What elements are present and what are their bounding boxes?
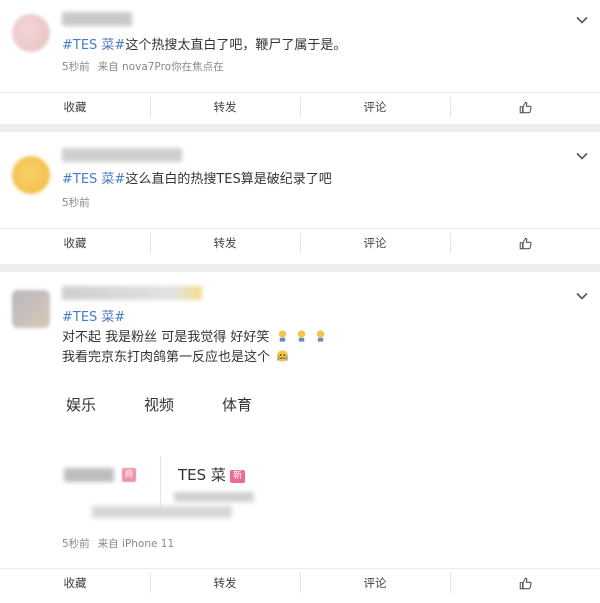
post-source: 来自 iPhone 11 xyxy=(97,538,175,550)
post-text: #TES 菜# 对不起 我是粉丝 可是我觉得 好好笑 我看完京东打肉鸽第一反应也… xyxy=(62,308,580,368)
embed-badge: 商 xyxy=(122,468,136,482)
post-meta: 5秒前 来自 nova7Pro你在焦点在 xyxy=(62,59,224,74)
collect-button[interactable]: 收藏 xyxy=(0,97,150,117)
embed-tab: 娱乐 xyxy=(66,396,97,414)
embed-tabs: 娱乐 视频 体育 xyxy=(66,394,300,415)
username[interactable] xyxy=(62,286,202,300)
blurred-watermark xyxy=(92,506,232,518)
chevron-down-icon[interactable] xyxy=(574,12,590,28)
post-meta: 5秒前 来自 iPhone 11 xyxy=(62,536,174,551)
post-source: 来自 nova7Pro你在焦点在 xyxy=(97,61,224,73)
embed-topic: TES 菜新 xyxy=(178,464,245,485)
comment-button[interactable]: 评论 xyxy=(300,573,450,593)
repost-button[interactable]: 转发 xyxy=(150,573,300,593)
post-time[interactable]: 5秒前 xyxy=(62,61,90,73)
divider xyxy=(0,124,600,132)
weibo-post-card: #TES 菜#这个热搜太直白了吧，鞭尸了属于是。 5秒前 来自 nova7Pro你… xyxy=(0,0,600,124)
post-body: 这个热搜太直白了吧，鞭尸了属于是。 xyxy=(125,38,347,53)
like-button[interactable] xyxy=(450,233,600,253)
action-bar: 收藏 转发 评论 xyxy=(0,568,600,597)
embed-tab: 体育 xyxy=(222,396,253,414)
embedded-screenshot[interactable]: 娱乐 视频 体育 商 TES 菜新 xyxy=(62,390,302,530)
like-button[interactable] xyxy=(450,97,600,117)
comment-button[interactable]: 评论 xyxy=(300,233,450,253)
comment-button[interactable]: 评论 xyxy=(300,97,450,117)
crying-face-emoji xyxy=(316,330,325,342)
crying-face-emoji xyxy=(277,350,289,362)
collect-button[interactable]: 收藏 xyxy=(0,573,150,593)
post-time[interactable]: 5秒前 xyxy=(62,197,90,209)
chevron-down-icon[interactable] xyxy=(574,148,590,164)
collect-button[interactable]: 收藏 xyxy=(0,233,150,253)
post-line-1: 对不起 我是粉丝 可是我觉得 好好笑 xyxy=(62,328,580,348)
post-time[interactable]: 5秒前 xyxy=(62,538,90,550)
avatar[interactable] xyxy=(12,156,50,194)
hashtag-link[interactable]: #TES 菜# xyxy=(62,310,125,325)
post-meta: 5秒前 xyxy=(62,195,90,210)
weibo-post-card: #TES 菜# 对不起 我是粉丝 可是我觉得 好好笑 我看完京东打肉鸽第一反应也… xyxy=(0,272,600,603)
new-badge: 新 xyxy=(229,470,245,483)
post-text: #TES 菜#这个热搜太直白了吧，鞭尸了属于是。 xyxy=(62,36,580,56)
hashtag-link[interactable]: #TES 菜# xyxy=(62,38,125,53)
avatar[interactable] xyxy=(12,14,50,52)
post-body: 这么直白的热搜TES算是破纪录了吧 xyxy=(125,172,332,187)
post-line-2: 我看完京东打肉鸽第一反应也是这个 xyxy=(62,348,580,368)
hashtag-link[interactable]: #TES 菜# xyxy=(62,172,125,187)
blurred-topic xyxy=(64,468,114,482)
weibo-post-card: #TES 菜#这么直白的热搜TES算是破纪录了吧 5秒前 收藏 转发 评论 xyxy=(0,132,600,264)
post-text: #TES 菜#这么直白的热搜TES算是破纪录了吧 xyxy=(62,170,580,190)
username[interactable] xyxy=(62,148,182,162)
blurred-text xyxy=(174,492,254,502)
thumbs-up-icon xyxy=(519,577,532,590)
thumbs-up-icon xyxy=(519,101,532,114)
chevron-down-icon[interactable] xyxy=(574,288,590,304)
divider xyxy=(0,264,600,272)
repost-button[interactable]: 转发 xyxy=(150,97,300,117)
action-bar: 收藏 转发 评论 xyxy=(0,92,600,121)
crying-face-emoji xyxy=(278,330,286,342)
embed-tab: 视频 xyxy=(144,396,175,414)
crying-face-emoji xyxy=(297,330,305,342)
like-button[interactable] xyxy=(450,573,600,593)
thumbs-up-icon xyxy=(519,237,532,250)
avatar[interactable] xyxy=(12,290,50,328)
repost-button[interactable]: 转发 xyxy=(150,233,300,253)
username[interactable] xyxy=(62,12,132,26)
action-bar: 收藏 转发 评论 xyxy=(0,228,600,257)
